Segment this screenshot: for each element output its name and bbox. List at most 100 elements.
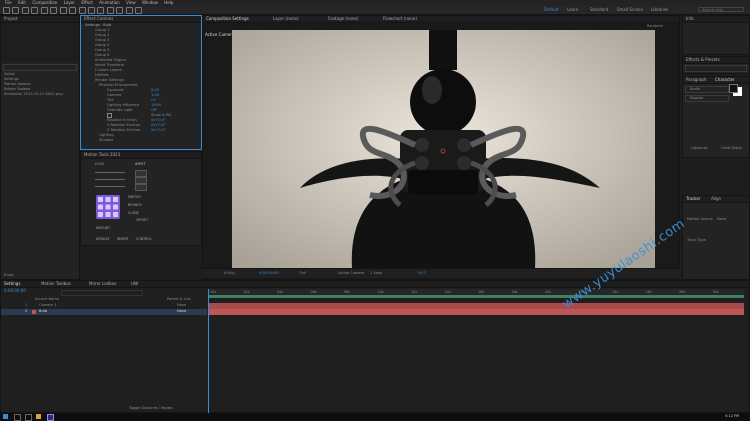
current-time[interactable]: 0:00:00:00 — [259, 271, 279, 276]
font-dropdown[interactable]: Bodia — [685, 86, 729, 93]
workspace-learn[interactable]: Learn — [567, 7, 578, 13]
puppet-pin-icon[interactable] — [135, 7, 143, 14]
project-item[interactable]: Animation 2019-10-21 0001.png — [1, 92, 79, 97]
layer-name[interactable]: Camera 1 — [39, 303, 57, 308]
composition-tab[interactable]: Composition Settings — [206, 16, 249, 21]
stroke-color-swatch[interactable] — [729, 84, 738, 93]
viewer-tab-layer[interactable]: Layer (none) — [273, 16, 299, 22]
timeline-search-input[interactable] — [61, 290, 143, 296]
search-icon[interactable] — [14, 414, 21, 421]
effect-controls-panel: Effect Controls Settings · Bulb Group 1 … — [80, 15, 202, 150]
workspace-standard[interactable]: Standard — [590, 7, 608, 13]
input-field-3[interactable] — [135, 184, 147, 191]
layer-parent[interactable]: None — [177, 303, 186, 308]
renderer-label[interactable]: Renderer — [647, 24, 663, 28]
anchor-grid-icon[interactable] — [96, 195, 120, 219]
pen-tool-icon[interactable] — [78, 7, 86, 14]
paragraph-tab[interactable]: Paragraph — [686, 77, 707, 82]
camera-tool-icon[interactable] — [50, 7, 58, 14]
pan-behind-icon[interactable] — [59, 7, 67, 14]
character-tabs: Paragraph Character — [683, 77, 749, 84]
default-button[interactable]: DEFAULT — [96, 237, 110, 241]
brush-tool-icon[interactable] — [97, 7, 105, 14]
zoom-tool-icon[interactable] — [31, 7, 39, 14]
info-tab[interactable]: Info — [683, 16, 749, 23]
composition-canvas[interactable] — [232, 30, 655, 268]
amount-label[interactable]: AMOUNT — [96, 226, 110, 230]
bulb-layer-bar[interactable] — [208, 309, 744, 315]
font-style-dropdown[interactable]: Regular — [685, 95, 729, 102]
rotate-tool-icon[interactable] — [40, 7, 48, 14]
ligatures-checkbox[interactable]: Ligatures — [691, 146, 708, 151]
timeline-tab-settings[interactable]: Settings — [4, 281, 20, 286]
switch-label[interactable]: SWITCH — [128, 195, 141, 199]
timeline-tab-uni[interactable]: UNI — [131, 281, 138, 287]
effects-search-input[interactable] — [685, 65, 747, 72]
prop-value[interactable]: 0x+0.0° — [151, 128, 166, 133]
after-effects-icon[interactable] — [47, 414, 54, 421]
project-preview — [1, 23, 79, 63]
input-field-1[interactable] — [135, 170, 147, 177]
offset-label[interactable]: OFFSET — [136, 218, 148, 222]
character-tab[interactable]: Character — [715, 77, 735, 83]
project-panel: Project Solids Settings Motion toolbox R… — [0, 15, 80, 280]
track-type-label: Track Type — [687, 238, 706, 242]
task-view-icon[interactable] — [25, 414, 32, 421]
astronaut-render — [232, 30, 655, 268]
camera-dropdown[interactable]: Active Camera — [338, 271, 364, 276]
views-dropdown[interactable]: 1 View — [370, 271, 382, 276]
layer-row-selected[interactable]: 2 Bulb None — [1, 309, 207, 315]
toggle-switches-modes[interactable]: Toggle Switches / Modes — [129, 406, 173, 411]
input-field-2[interactable] — [135, 177, 147, 184]
hand-tool-icon[interactable] — [21, 7, 29, 14]
align-tab[interactable]: Align — [711, 196, 721, 202]
viewer-tab-flowchart[interactable]: Flowchart (none) — [383, 16, 417, 22]
file-explorer-icon[interactable] — [36, 414, 41, 419]
motion-source-dropdown[interactable]: None — [717, 217, 726, 222]
timeline-tab-mirror-ledbox[interactable]: Mirror Ledbox — [89, 281, 116, 287]
layer-color-label[interactable] — [32, 310, 36, 314]
effect-group[interactable]: Shadow — [81, 138, 201, 143]
playhead[interactable] — [208, 289, 209, 414]
invert-button[interactable]: INVERT — [117, 237, 128, 241]
workspace-default[interactable]: Default — [544, 7, 559, 13]
ease-slider-2[interactable] — [95, 179, 125, 180]
bit-depth-label[interactable]: 8 bpc — [4, 273, 14, 278]
bounce-label[interactable]: BOUNCE — [128, 203, 142, 207]
layer-parent[interactable]: None — [177, 309, 186, 314]
effects-presets-tab[interactable]: Effects & Presets — [683, 57, 749, 64]
project-tab[interactable]: Project — [1, 16, 79, 23]
workspace-small-screen[interactable]: Small Screen — [617, 7, 643, 13]
effects-presets-panel: Effects & Presets — [682, 56, 750, 74]
effect-controls-tab[interactable]: Effect Controls — [81, 16, 201, 23]
clone-stamp-icon[interactable] — [106, 7, 114, 14]
resolution-dropdown[interactable]: Full — [300, 271, 306, 276]
shape-tool-icon[interactable] — [69, 7, 77, 14]
timeline-tab-motion-toolbox[interactable]: Motion Toolbox — [41, 281, 71, 287]
composition-tabs: Composition Settings Layer (none) Footag… — [203, 16, 679, 23]
viewer-tab-footage[interactable]: Footage (none) — [328, 16, 358, 22]
hindi-digits-checkbox[interactable]: Hindi Digits — [721, 146, 742, 151]
layer-name[interactable]: Bulb — [39, 309, 47, 314]
eraser-tool-icon[interactable] — [116, 7, 124, 14]
selection-tool-icon[interactable] — [12, 7, 20, 14]
clone-label[interactable]: CLONE — [128, 211, 139, 215]
workspace-libraries[interactable]: Libraries — [651, 7, 668, 13]
search-help-input[interactable]: Search Help — [698, 7, 744, 12]
motion-tools-tab[interactable]: Motion Tools 2023 — [81, 152, 201, 159]
tracker-tab[interactable]: Tracker — [686, 196, 700, 201]
home-icon[interactable] — [3, 7, 10, 14]
zoom-dropdown[interactable]: (Fully) — [224, 271, 235, 276]
ease-label: EASE — [95, 162, 105, 166]
work-area-bar[interactable] — [208, 295, 744, 298]
ease-slider-1[interactable] — [95, 172, 125, 173]
timeline-current-time[interactable]: 0:00:00:00 — [4, 288, 26, 293]
ease-slider-3[interactable] — [95, 186, 125, 187]
control-button[interactable]: CONTROL — [136, 237, 152, 241]
roto-brush-icon[interactable] — [125, 7, 133, 14]
tools-toolbar: Default Learn Standard Small Screen Libr… — [0, 6, 750, 15]
project-search-input[interactable] — [3, 64, 77, 71]
text-tool-icon[interactable] — [87, 7, 95, 14]
exposure-value[interactable]: +0.0 — [417, 271, 426, 276]
windows-start-icon[interactable] — [3, 414, 8, 419]
